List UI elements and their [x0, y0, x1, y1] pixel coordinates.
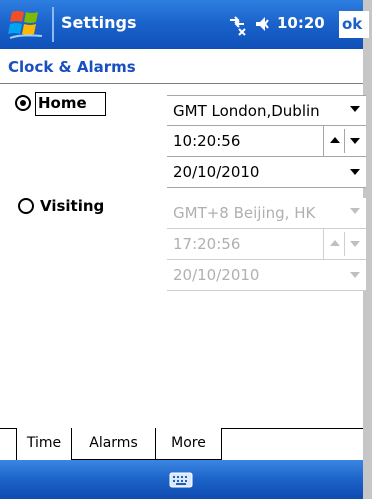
home-label[interactable]: Home: [38, 94, 87, 112]
home-time-field[interactable]: 10:20:56: [167, 126, 366, 157]
home-date-dropdown[interactable]: 20/10/2010: [167, 157, 366, 188]
visiting-timezone-value: GMT+8 Beijing, HK: [173, 204, 316, 222]
app-title: Settings: [61, 13, 137, 32]
spin-down-icon[interactable]: [350, 138, 360, 144]
volume-icon[interactable]: [254, 13, 272, 35]
tab-more[interactable]: More: [156, 428, 222, 460]
home-time-spinner[interactable]: [323, 126, 366, 156]
visiting-time-value: 17:20:56: [173, 235, 241, 253]
tab-alarms[interactable]: Alarms: [72, 428, 156, 460]
windows-start-icon[interactable]: [6, 8, 48, 42]
clock-time[interactable]: 10:20: [277, 14, 325, 32]
visiting-label[interactable]: Visiting: [40, 197, 104, 215]
spin-up-icon[interactable]: [330, 137, 340, 143]
home-radio[interactable]: [15, 95, 31, 111]
keyboard-icon[interactable]: [169, 472, 193, 488]
spin-down-icon: [350, 241, 360, 247]
chevron-down-icon: [350, 208, 360, 214]
tab-time[interactable]: Time: [16, 427, 72, 461]
visiting-date-value: 20/10/2010: [173, 266, 260, 284]
chevron-down-icon: [350, 272, 360, 278]
screen: Settings 10:20 ok Clock & Alarms Home GM…: [0, 0, 369, 499]
spin-separator: [344, 232, 345, 256]
chevron-down-icon: [350, 169, 360, 175]
home-time-value: 10:20:56: [173, 132, 241, 150]
page-title-divider: [0, 83, 363, 84]
visiting-time-field: 17:20:56: [167, 229, 366, 260]
connectivity-icon[interactable]: [226, 12, 248, 36]
menu-bar: [0, 460, 363, 499]
spin-up-icon: [330, 240, 340, 246]
title-separator: [52, 7, 54, 42]
visiting-timezone-dropdown: GMT+8 Beijing, HK: [167, 198, 366, 229]
chevron-down-icon: [350, 106, 360, 112]
home-timezone-value: GMT London,Dublin: [173, 102, 320, 120]
page-title: Clock & Alarms: [8, 58, 136, 76]
visiting-time-spinner: [323, 229, 366, 259]
ok-button[interactable]: ok: [339, 11, 369, 38]
radio-selected-dot: [20, 100, 26, 106]
visiting-date-dropdown: 20/10/2010: [167, 260, 366, 291]
home-timezone-dropdown[interactable]: GMT London,Dublin: [167, 95, 366, 126]
visiting-radio[interactable]: [18, 198, 34, 214]
home-date-value: 20/10/2010: [173, 163, 260, 181]
spin-separator: [344, 129, 345, 153]
title-bar: Settings 10:20 ok: [0, 0, 369, 49]
